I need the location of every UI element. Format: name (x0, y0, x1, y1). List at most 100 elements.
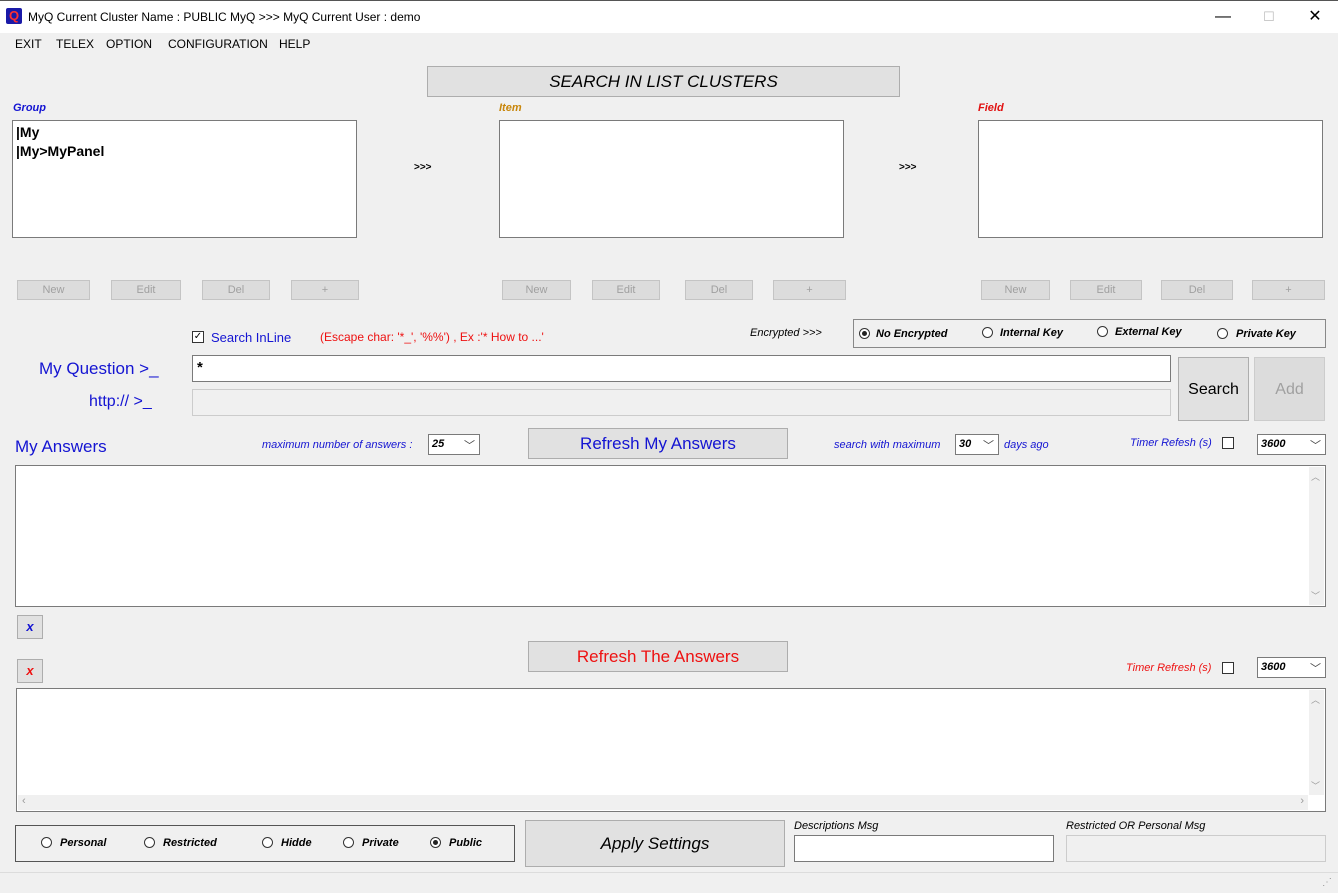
menu-help[interactable]: HELP (279, 37, 310, 51)
vertical-scrollbar[interactable]: ︿ ﹀ (1309, 690, 1324, 795)
radio-public[interactable] (430, 837, 441, 848)
radio-no-encrypted-label: No Encrypted (876, 328, 948, 340)
field-new-button[interactable]: New (981, 280, 1050, 300)
scroll-up-icon[interactable]: ︿ (1311, 693, 1320, 706)
field-edit-button[interactable]: Edit (1070, 280, 1142, 300)
my-timer-value: 3600 (1261, 438, 1286, 450)
group-listbox[interactable]: |My |My>MyPanel (12, 120, 357, 238)
maximize-button[interactable]: ☐ (1246, 1, 1292, 33)
restricted-label: Restricted OR Personal Msg (1066, 820, 1206, 832)
chevron-down-icon: ﹀ (464, 440, 475, 452)
vertical-scrollbar[interactable]: ︿ ﹀ (1309, 467, 1324, 605)
item-listbox[interactable] (499, 120, 844, 238)
descriptions-input[interactable] (794, 835, 1054, 862)
radio-restricted-label: Restricted (163, 837, 217, 849)
scroll-up-icon[interactable]: ︿ (1311, 470, 1320, 483)
menu-bar: EXIT TELEX OPTION CONFIGURATION HELP (0, 33, 1338, 55)
add-button[interactable]: Add (1254, 357, 1325, 421)
group-edit-button[interactable]: Edit (111, 280, 181, 300)
radio-personal-label: Personal (60, 837, 107, 849)
field-listbox[interactable] (978, 120, 1323, 238)
clear-my-answers-button[interactable]: x (17, 615, 43, 639)
arrow-group-to-item: >>> (414, 162, 432, 173)
field-del-button[interactable]: Del (1161, 280, 1233, 300)
item-label: Item (499, 102, 522, 114)
item-new-button[interactable]: New (502, 280, 571, 300)
timer-checkbox[interactable] (1222, 662, 1234, 674)
question-input[interactable]: * (192, 355, 1171, 382)
radio-restricted[interactable] (144, 837, 155, 848)
group-del-button[interactable]: Del (202, 280, 270, 300)
list-item[interactable]: |My (16, 124, 39, 140)
radio-personal[interactable] (41, 837, 52, 848)
apply-settings-button[interactable]: Apply Settings (525, 820, 785, 867)
horizontal-scrollbar[interactable]: ‹ › (18, 795, 1308, 810)
menu-configuration[interactable]: CONFIGURATION (168, 37, 268, 51)
encrypted-label: Encrypted >>> (750, 327, 822, 339)
search-button[interactable]: Search (1178, 357, 1249, 421)
menu-telex[interactable]: TELEX (56, 37, 94, 51)
timer-value: 3600 (1261, 661, 1286, 673)
search-with-max-label: search with maximum (834, 439, 941, 451)
group-label: Group (13, 102, 46, 114)
my-timer-select[interactable]: 3600 ﹀ (1257, 434, 1326, 455)
my-timer-label: Timer Refesh (s) (1130, 437, 1212, 449)
list-item[interactable]: |My>MyPanel (16, 143, 104, 159)
window-title: MyQ Current Cluster Name : PUBLIC MyQ >>… (28, 10, 421, 24)
minimize-button[interactable]: — (1200, 1, 1246, 33)
days-ago-label: days ago (1004, 439, 1049, 451)
max-answers-select[interactable]: 25 ﹀ (428, 434, 480, 455)
encryption-group: No Encrypted Internal Key External Key P… (853, 319, 1326, 348)
radio-private[interactable] (343, 837, 354, 848)
scroll-down-icon[interactable]: ﹀ (1311, 589, 1320, 602)
search-inline-label: Search InLine (211, 330, 292, 345)
group-new-button[interactable]: New (17, 280, 90, 300)
chevron-down-icon: ﹀ (983, 440, 994, 452)
radio-external-key-label: External Key (1115, 326, 1182, 338)
item-edit-button[interactable]: Edit (592, 280, 660, 300)
answers-area[interactable]: ︿ ﹀ ‹ › (16, 688, 1326, 812)
group-plus-button[interactable]: + (291, 280, 359, 300)
search-inline-checkbox[interactable]: ✓ (192, 331, 204, 343)
radio-private-key[interactable] (1217, 328, 1228, 339)
radio-private-key-label: Private Key (1236, 328, 1296, 340)
radio-private-label: Private (362, 837, 399, 849)
radio-external-key[interactable] (1097, 326, 1108, 337)
my-answers-label: My Answers (15, 437, 107, 456)
app-icon: Q (6, 8, 22, 24)
url-input[interactable] (192, 389, 1171, 416)
menu-option[interactable]: OPTION (106, 37, 152, 51)
my-timer-checkbox[interactable] (1222, 437, 1234, 449)
close-button[interactable]: ✕ (1292, 1, 1338, 33)
resize-grip-icon[interactable]: ⋰ (1322, 877, 1332, 888)
timer-select[interactable]: 3600 ﹀ (1257, 657, 1326, 678)
arrow-item-to-field: >>> (899, 162, 917, 173)
field-plus-button[interactable]: + (1252, 280, 1325, 300)
scroll-down-icon[interactable]: ﹀ (1311, 779, 1320, 792)
clear-answers-button[interactable]: x (17, 659, 43, 683)
field-label: Field (978, 102, 1004, 114)
refresh-my-answers-button[interactable]: Refresh My Answers (528, 428, 788, 459)
radio-no-encrypted[interactable] (859, 328, 870, 339)
menu-exit[interactable]: EXIT (15, 37, 42, 51)
my-answers-area[interactable]: ︿ ﹀ (15, 465, 1326, 607)
restricted-input[interactable] (1066, 835, 1326, 862)
item-plus-button[interactable]: + (773, 280, 846, 300)
timer-label: Timer Refresh (s) (1126, 662, 1212, 674)
chevron-down-icon: ﹀ (1310, 663, 1321, 675)
escape-hint: (Escape char: '*_', '%%') , Ex :'* How t… (320, 330, 544, 344)
radio-public-label: Public (449, 837, 483, 849)
scroll-left-icon[interactable]: ‹ (22, 795, 26, 807)
radio-hidde[interactable] (262, 837, 273, 848)
descriptions-label: Descriptions Msg (794, 820, 879, 832)
chevron-down-icon: ﹀ (1310, 440, 1321, 452)
days-value: 30 (959, 438, 972, 450)
scroll-right-icon[interactable]: › (1300, 795, 1304, 807)
days-select[interactable]: 30 ﹀ (955, 434, 999, 455)
search-clusters-button[interactable]: SEARCH IN LIST CLUSTERS (427, 66, 900, 97)
max-answers-value: 25 (432, 438, 445, 450)
refresh-answers-button[interactable]: Refresh The Answers (528, 641, 788, 672)
radio-internal-key[interactable] (982, 327, 993, 338)
item-del-button[interactable]: Del (685, 280, 753, 300)
url-label: http:// >_ (89, 393, 152, 410)
